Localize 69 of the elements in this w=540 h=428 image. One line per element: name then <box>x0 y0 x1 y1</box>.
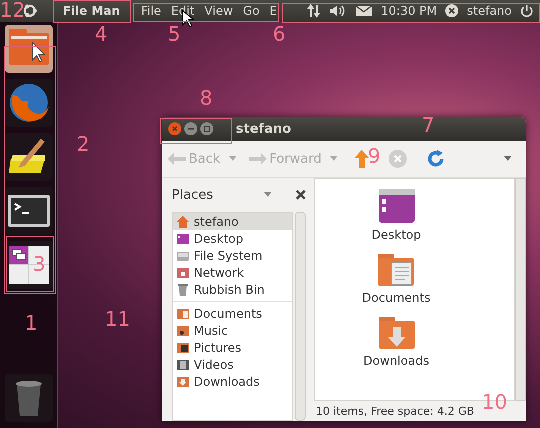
annotation-number: 7 <box>422 115 435 135</box>
annotation-number: 10 <box>482 392 508 412</box>
arrow-icon <box>168 153 186 165</box>
power-icon[interactable] <box>520 4 534 18</box>
sidebar-item[interactable]: Network <box>173 264 292 281</box>
workspace-grid-icon[interactable] <box>4 241 52 289</box>
annotation-number: 9 <box>368 146 381 166</box>
annotation-number: 5 <box>168 24 181 44</box>
place-icon <box>176 266 190 280</box>
network-arrows-icon[interactable] <box>307 3 322 19</box>
menu-item[interactable]: Go <box>243 4 260 18</box>
reload-icon[interactable] <box>426 149 446 169</box>
user-status-icon[interactable] <box>445 4 460 18</box>
sidebar-item[interactable]: Music <box>173 322 292 339</box>
sidebar-item[interactable]: Documents <box>173 305 292 322</box>
annotation-number: 2 <box>77 134 90 154</box>
place-icon <box>176 358 190 372</box>
annotation-number: 3 <box>33 254 46 274</box>
maximize-button-icon[interactable] <box>200 122 214 136</box>
user-name[interactable]: stefano <box>467 4 512 18</box>
places-title[interactable]: Places <box>172 188 244 202</box>
file-name[interactable]: Downloads <box>364 354 430 368</box>
annotation-number: 8 <box>200 88 213 108</box>
notepad-pencil-icon[interactable] <box>4 133 52 181</box>
menu-item[interactable]: View <box>204 4 234 18</box>
annotation-frame <box>160 118 232 144</box>
ubuntu-logo-icon[interactable] <box>22 3 38 19</box>
place-icon <box>176 374 190 388</box>
minimize-button-icon[interactable] <box>184 122 198 136</box>
globe-fox-icon[interactable] <box>4 79 52 127</box>
place-icon <box>176 306 190 320</box>
annotation-number: 6 <box>273 24 286 44</box>
annotation-number: 12 <box>0 0 26 20</box>
close-pane-icon[interactable] <box>296 190 306 200</box>
annotation-number: 1 <box>25 313 38 333</box>
trash-bin-icon[interactable] <box>4 374 52 422</box>
arrow-icon <box>248 153 267 165</box>
terminal-icon[interactable] <box>4 187 52 235</box>
scrollbar[interactable] <box>295 212 306 421</box>
annotation-number: 11 <box>105 309 130 329</box>
window-title: stefano <box>236 122 292 136</box>
sidebar-item[interactable]: Videos <box>173 356 292 373</box>
envelope-icon[interactable] <box>355 4 374 18</box>
sidebar-item[interactable]: File System <box>173 247 292 264</box>
menu-item[interactable]: File <box>141 4 162 18</box>
app-title: File Man <box>62 4 122 18</box>
clock-text[interactable]: 10:30 PM <box>381 4 438 18</box>
sidebar-item[interactable]: stefano <box>173 213 292 230</box>
status-bar-text: 10 items, Free space: 4.2 GB <box>315 404 474 420</box>
close-button-icon[interactable] <box>168 122 182 136</box>
sidebar-item[interactable]: Downloads <box>173 373 292 390</box>
file-name[interactable]: Desktop <box>372 228 422 242</box>
place-icon <box>176 282 190 296</box>
desktop-folder-icon[interactable] <box>376 187 416 225</box>
place-icon <box>176 232 190 246</box>
annotation-number: 4 <box>95 24 108 44</box>
scrollbar[interactable] <box>515 178 526 401</box>
sidebar-item[interactable]: Pictures <box>173 339 292 356</box>
place-icon <box>176 340 190 354</box>
dropdown-caret-icon[interactable] <box>504 156 512 162</box>
place-icon <box>176 324 190 338</box>
dropdown-caret-icon[interactable] <box>264 192 272 198</box>
volume-icon[interactable] <box>329 4 348 18</box>
place-icon <box>176 214 190 228</box>
folder-icon[interactable] <box>4 25 52 73</box>
sidebar-item[interactable]: Rubbish Bin <box>173 281 292 298</box>
file-name[interactable]: Documents <box>362 291 431 305</box>
sidebar-item[interactable]: Desktop <box>173 230 292 247</box>
menu-item[interactable]: E <box>270 4 278 18</box>
